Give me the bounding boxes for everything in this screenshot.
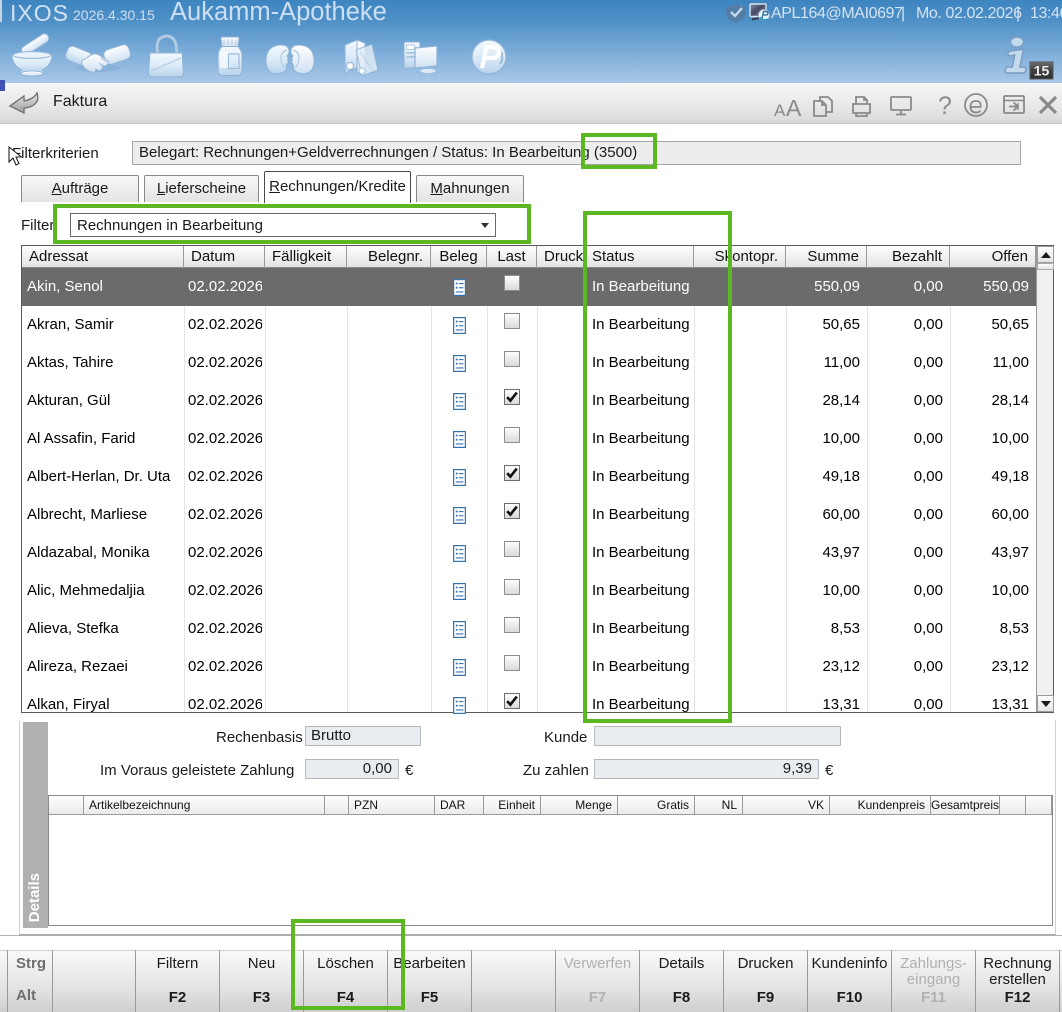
svg-text:A: A: [774, 101, 786, 120]
svg-text:15: 15: [1034, 63, 1050, 79]
svg-text:?: ?: [938, 92, 952, 120]
svg-text:A: A: [786, 95, 802, 121]
